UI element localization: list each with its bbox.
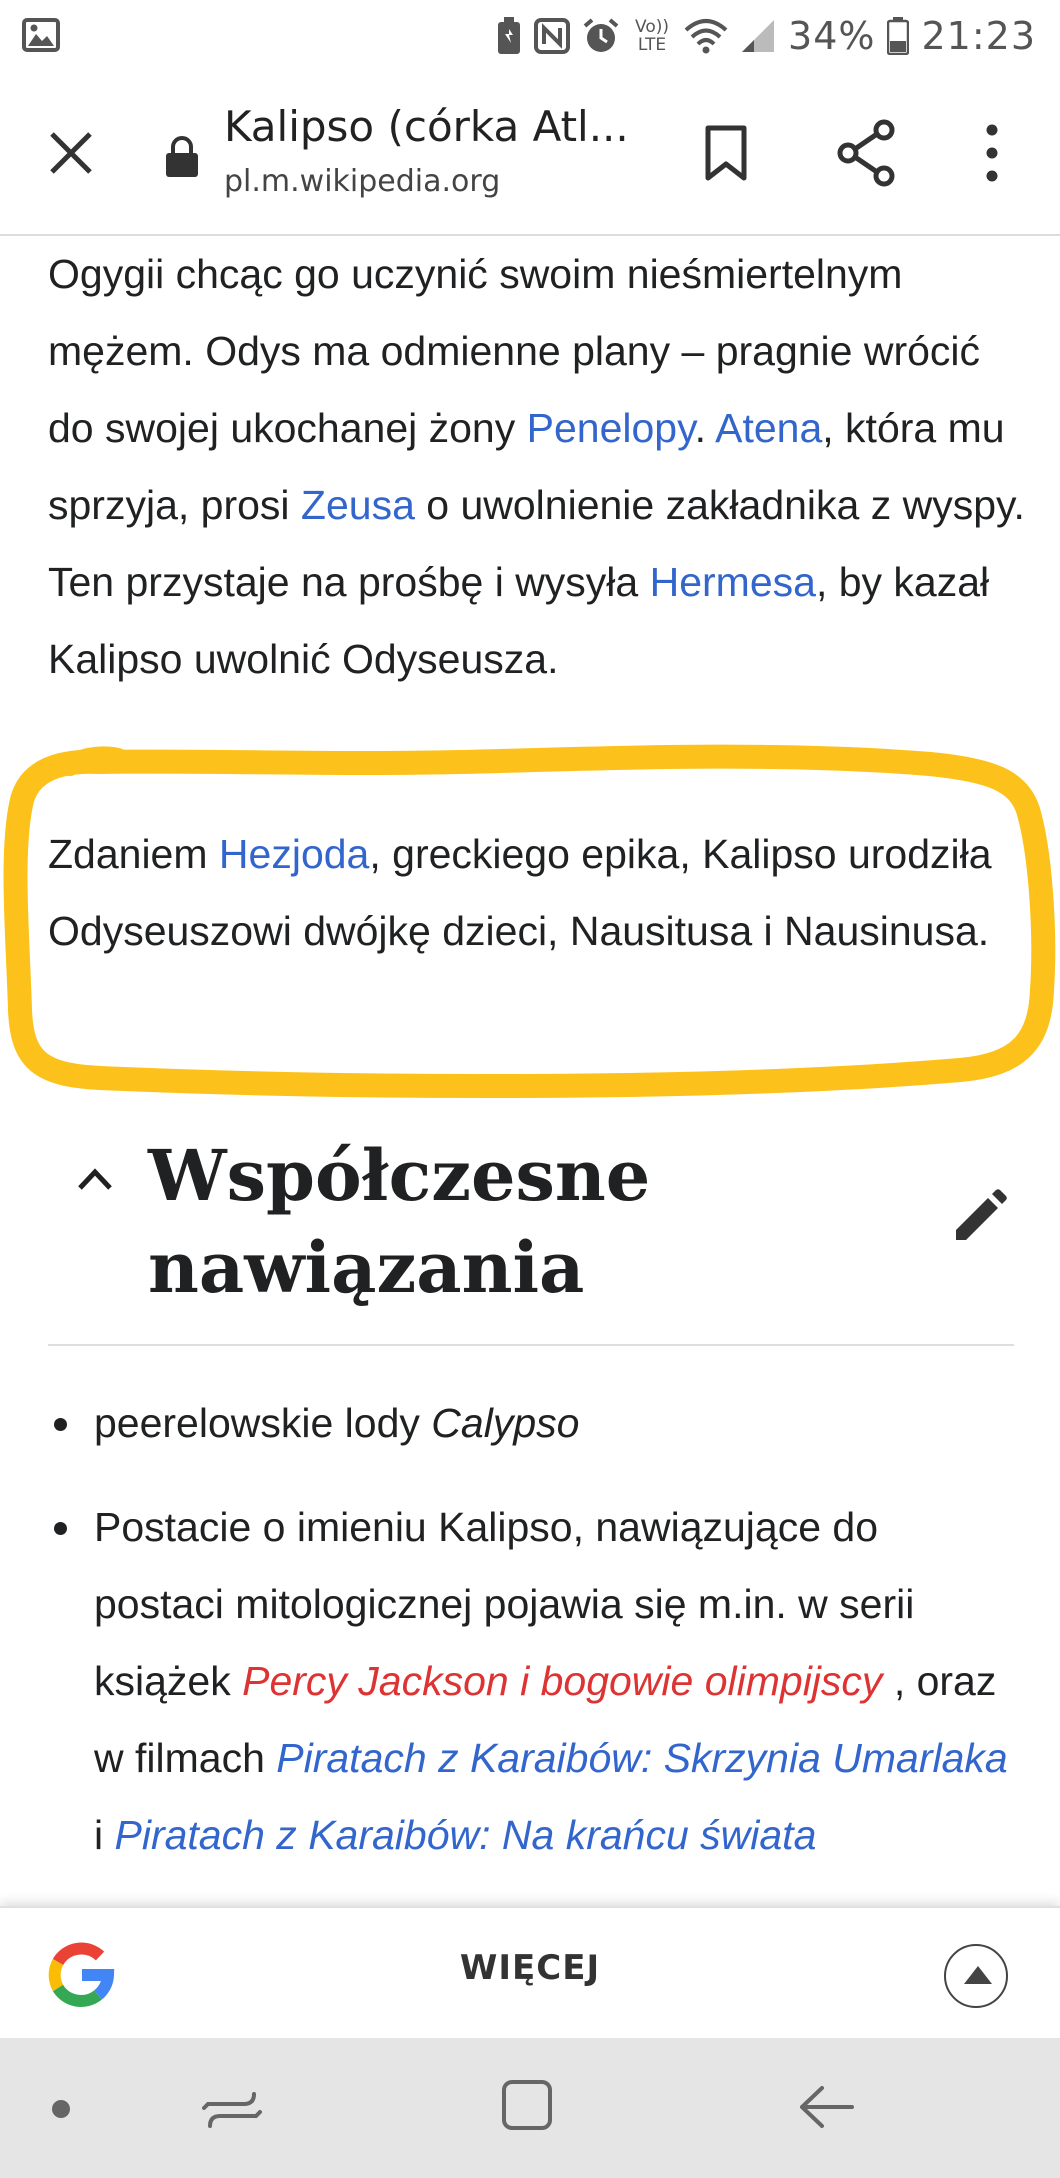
wifi-icon: [684, 19, 728, 54]
edit-pencil-icon[interactable]: [948, 1186, 1010, 1248]
list-item: Postacie o imieniu Kalipso, nawiązujące …: [48, 1489, 1008, 1874]
bullet: [54, 1522, 67, 1535]
lock-icon: [166, 136, 198, 177]
link-zeusa[interactable]: Zeusa: [301, 482, 415, 528]
more-options-icon[interactable]: [970, 118, 1014, 188]
share-icon[interactable]: [836, 118, 898, 188]
bullet: [54, 1418, 67, 1431]
browser-toolbar: Kalipso (córka Atl... pl.m.wikipedia.org: [0, 72, 1060, 236]
battery-percent: 34%: [788, 14, 876, 58]
gallery-icon: [22, 18, 60, 52]
nav-dot-icon[interactable]: [52, 2100, 70, 2118]
close-icon[interactable]: [40, 122, 102, 184]
page-url[interactable]: pl.m.wikipedia.org: [224, 164, 500, 199]
alarm-icon: [583, 18, 619, 52]
battery-icon: [887, 17, 910, 55]
status-icons: Vo)) LTE 34% 21:23: [496, 12, 1036, 60]
chevron-up-icon[interactable]: [72, 1156, 118, 1202]
section-title: Współczesne nawiązania: [148, 1134, 651, 1309]
page-title[interactable]: Kalipso (córka Atl...: [224, 102, 644, 151]
status-bar: Vo)) LTE 34% 21:23: [0, 0, 1060, 72]
link-piraci-kraniec[interactable]: Piratach z Karaibów: Na krańcu świata: [115, 1812, 817, 1858]
home-icon[interactable]: [496, 2074, 558, 2136]
highlighted-paragraph: Zdaniem Hezjoda, greckiego epika, Kalips…: [48, 816, 1028, 970]
bookmark-icon[interactable]: [698, 122, 754, 184]
scroll-up-button[interactable]: [944, 1944, 1008, 2008]
volte-icon: Vo)) LTE: [635, 17, 669, 55]
list-item-text: i: [94, 1812, 115, 1858]
system-nav-bar: [0, 2038, 1060, 2178]
battery-saver-icon: [498, 17, 521, 54]
link-atena[interactable]: Atena: [715, 405, 822, 451]
clock: 21:23: [921, 14, 1036, 58]
google-bottom-bar: WIĘCEJ: [0, 1906, 1060, 2038]
section-header[interactable]: Współczesne nawiązania: [48, 1120, 1014, 1346]
link-piraci-skrzynia[interactable]: Piratach z Karaibów: Skrzynia Umarlaka: [276, 1735, 1007, 1781]
paragraph-text: .: [694, 405, 716, 451]
link-hezjoda[interactable]: Hezjoda: [219, 831, 369, 877]
link-penelopy[interactable]: Penelopy: [527, 405, 695, 451]
more-button[interactable]: WIĘCEJ: [0, 1948, 1060, 1988]
signal-icon: [742, 20, 775, 52]
link-percy-jackson[interactable]: Percy Jackson i bogowie olimpijscy: [242, 1658, 882, 1704]
nfc-icon: [534, 18, 571, 54]
link-hermesa[interactable]: Hermesa: [650, 559, 816, 605]
list-item-italic: Calypso: [431, 1400, 580, 1446]
paragraph-text: Zdaniem: [48, 831, 219, 877]
back-icon[interactable]: [792, 2078, 858, 2136]
references-list: peerelowskie lody Calypso Postacie o imi…: [48, 1385, 1008, 1874]
recent-apps-icon[interactable]: [200, 2080, 264, 2138]
triangle-up-icon: [964, 1966, 992, 1984]
list-item-text: peerelowskie lody: [94, 1400, 432, 1446]
list-item: peerelowskie lody Calypso: [48, 1385, 1008, 1462]
article-paragraph: Ogygii chcąc go uczynić swoim nieśmierte…: [48, 236, 1028, 698]
